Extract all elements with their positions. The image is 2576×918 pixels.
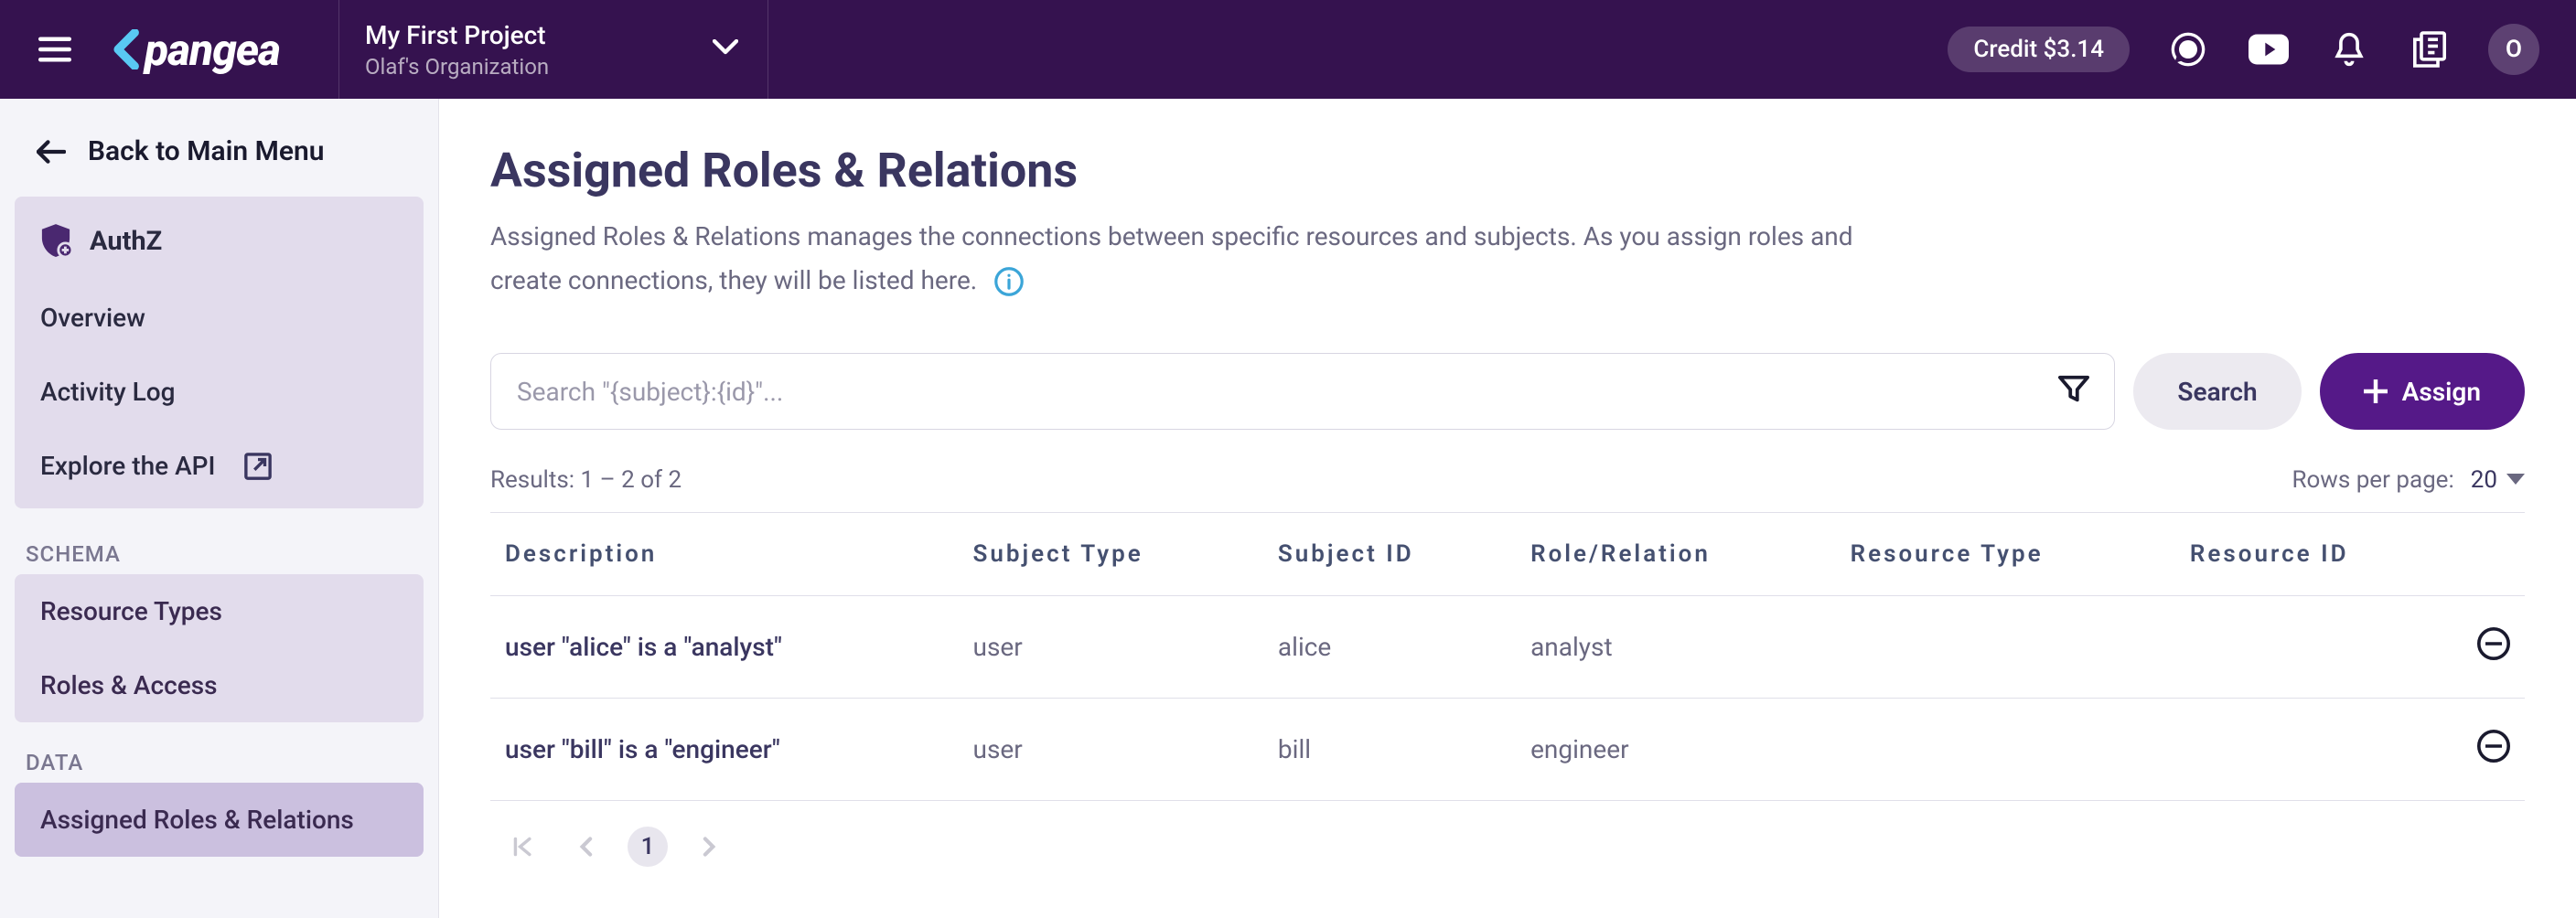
chat-icon[interactable]: [2166, 27, 2210, 71]
search-button-label: Search: [2177, 377, 2257, 407]
chevron-down-icon: [713, 39, 738, 59]
sidebar: Back to Main Menu AuthZ Overview Activit…: [0, 99, 439, 918]
topbar: pangea My First Project Olaf's Organizat…: [0, 0, 2576, 99]
pagination: 1: [490, 827, 2525, 867]
sidebar-heading-schema: SCHEMA: [15, 525, 424, 574]
page-description-text: Assigned Roles & Relations manages the c…: [490, 221, 1853, 295]
col-description[interactable]: Description: [490, 513, 959, 596]
sidebar-item-label: Activity Log: [40, 377, 176, 407]
row-delete-button[interactable]: [2463, 596, 2525, 699]
page-description: Assigned Roles & Relations manages the c…: [490, 215, 1862, 302]
sidebar-item-assigned-roles[interactable]: Assigned Roles & Relations: [15, 783, 424, 857]
first-page-icon: [512, 836, 534, 858]
sidebar-item-roles-access[interactable]: Roles & Access: [15, 648, 424, 722]
cell-resource-type: [1836, 699, 2175, 801]
docs-icon[interactable]: [2408, 27, 2452, 71]
chevron-left-icon: [577, 836, 594, 858]
logo-text: pangea: [110, 24, 280, 76]
page-next-button[interactable]: [690, 827, 730, 867]
menu-toggle-button[interactable]: [37, 31, 73, 68]
search-wrap: [490, 353, 2115, 430]
cell-role: analyst: [1516, 596, 1836, 699]
rows-per-page: Rows per page: 20: [2292, 466, 2525, 494]
remove-circle-icon: [2477, 627, 2510, 660]
avatar[interactable]: O: [2488, 24, 2539, 75]
arrow-left-icon: [37, 139, 66, 165]
external-link-icon: [244, 453, 272, 480]
sidebar-service-label: AuthZ: [90, 226, 162, 257]
table-row[interactable]: user "alice" is a "analyst" user alice a…: [490, 596, 2525, 699]
cell-subject-type: user: [959, 699, 1263, 801]
remove-circle-icon: [2477, 730, 2510, 763]
nav-group-service: AuthZ Overview Activity Log Explore the …: [15, 197, 424, 508]
main-content: Assigned Roles & Relations Assigned Role…: [439, 99, 2576, 918]
table-header-row: Description Subject Type Subject ID Role…: [490, 513, 2525, 596]
table-row[interactable]: user "bill" is a "engineer" user bill en…: [490, 699, 2525, 801]
logo-chevron-icon: [110, 29, 146, 69]
info-icon[interactable]: [994, 267, 1024, 296]
rows-per-page-select[interactable]: 20: [2471, 466, 2525, 494]
nav-group-data: Assigned Roles & Relations: [15, 783, 424, 857]
rows-per-page-value: 20: [2471, 466, 2497, 494]
assign-button[interactable]: Assign: [2320, 353, 2525, 430]
shield-icon: [40, 224, 71, 259]
page-number-current[interactable]: 1: [628, 827, 668, 867]
logo[interactable]: pangea: [110, 24, 280, 76]
controls-row: Search Assign: [490, 353, 2525, 430]
row-delete-button[interactable]: [2463, 699, 2525, 801]
roles-table: Description Subject Type Subject ID Role…: [490, 512, 2525, 801]
col-role-relation[interactable]: Role/Relation: [1516, 513, 1836, 596]
rows-per-page-label: Rows per page:: [2292, 466, 2453, 494]
sidebar-item-label: Overview: [40, 303, 145, 333]
col-subject-type[interactable]: Subject Type: [959, 513, 1263, 596]
col-resource-id[interactable]: Resource ID: [2175, 513, 2463, 596]
assign-button-label: Assign: [2402, 377, 2481, 407]
results-row: Results: 1 – 2 of 2 Rows per page: 20: [490, 466, 2525, 494]
col-resource-type[interactable]: Resource Type: [1836, 513, 2175, 596]
page-first-button[interactable]: [503, 827, 543, 867]
back-label: Back to Main Menu: [88, 135, 325, 167]
sidebar-item-overview[interactable]: Overview: [15, 281, 424, 355]
video-icon[interactable]: [2247, 27, 2291, 71]
cell-resource-id: [2175, 699, 2463, 801]
topbar-right: Credit $3.14 O: [1948, 24, 2539, 75]
cell-resource-type: [1836, 596, 2175, 699]
cell-subject-id: bill: [1263, 699, 1516, 801]
sidebar-item-resource-types[interactable]: Resource Types: [15, 574, 424, 648]
plus-icon: [2364, 379, 2388, 403]
sidebar-item-label: Roles & Access: [40, 670, 218, 700]
cell-role: engineer: [1516, 699, 1836, 801]
sidebar-item-label: Explore the API: [40, 451, 215, 481]
results-count: Results: 1 – 2 of 2: [490, 466, 682, 494]
search-input[interactable]: [490, 353, 2115, 430]
project-org: Olaf's Organization: [365, 54, 716, 80]
cell-resource-id: [2175, 596, 2463, 699]
sidebar-item-label: Assigned Roles & Relations: [40, 805, 354, 835]
project-title: My First Project: [365, 20, 716, 50]
cell-description: user "alice" is a "analyst": [490, 596, 959, 699]
sidebar-item-explore-api[interactable]: Explore the API: [15, 429, 424, 503]
project-selector[interactable]: My First Project Olaf's Organization: [338, 0, 768, 99]
nav-group-schema: Resource Types Roles & Access: [15, 574, 424, 722]
sidebar-item-label: Resource Types: [40, 596, 222, 626]
sidebar-item-authz[interactable]: AuthZ: [15, 202, 424, 281]
col-actions: [2463, 513, 2525, 596]
cell-description: user "bill" is a "engineer": [490, 699, 959, 801]
page-title: Assigned Roles & Relations: [490, 143, 2525, 198]
cell-subject-type: user: [959, 596, 1263, 699]
chevron-right-icon: [702, 836, 718, 858]
cell-subject-id: alice: [1263, 596, 1516, 699]
search-button[interactable]: Search: [2133, 353, 2301, 430]
page-prev-button[interactable]: [565, 827, 606, 867]
col-subject-id[interactable]: Subject ID: [1263, 513, 1516, 596]
sidebar-item-activity-log[interactable]: Activity Log: [15, 355, 424, 429]
back-to-main-link[interactable]: Back to Main Menu: [15, 124, 424, 178]
credit-badge[interactable]: Credit $3.14: [1948, 27, 2130, 72]
hamburger-icon: [38, 37, 71, 62]
bell-icon[interactable]: [2327, 27, 2371, 71]
filter-icon[interactable]: [2058, 374, 2089, 409]
caret-down-icon: [2506, 474, 2525, 486]
sidebar-heading-data: DATA: [15, 733, 424, 783]
